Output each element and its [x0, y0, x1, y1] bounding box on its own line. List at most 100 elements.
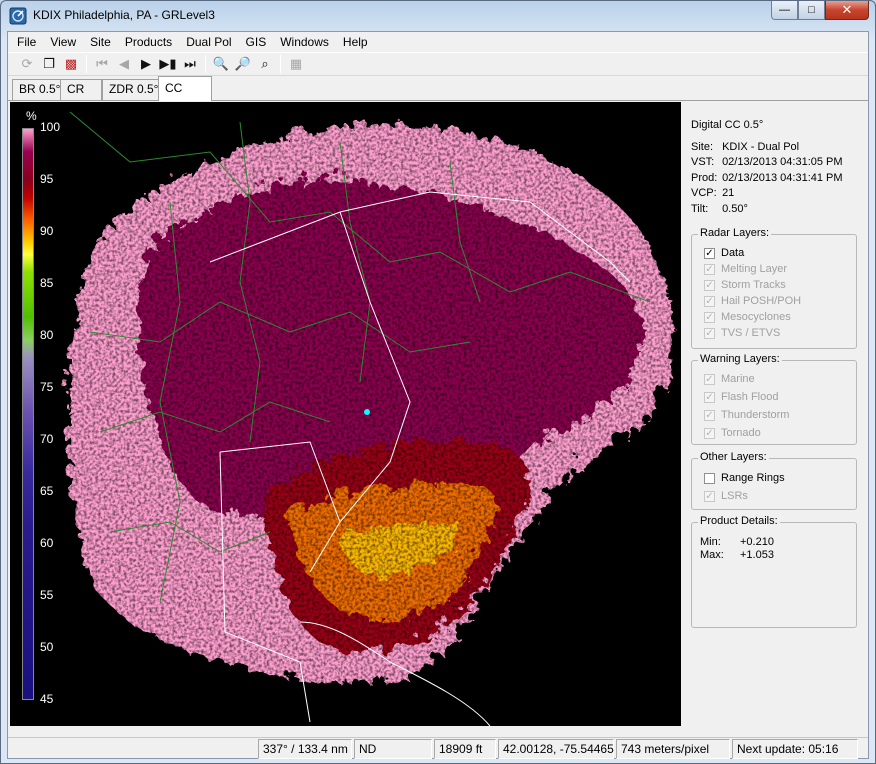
zoom-reset-icon: ⌕: [261, 56, 269, 71]
radar-layers-group: Radar Layers: ✓ Data ✓ Melting Layer ✓ Stor…: [691, 227, 857, 349]
status-bearing: 337° / 133.4 nm: [258, 739, 352, 759]
layer-hail-checkbox[interactable]: ✓ Hail POSH/POH: [704, 295, 801, 307]
prev-frame-button[interactable]: ◀: [113, 54, 135, 74]
status-value: ND: [354, 739, 432, 759]
warning-layers-group: Warning Layers: ✓ Marine ✓ Flash Flood ✓ Th…: [691, 353, 857, 445]
layer-melting-checkbox[interactable]: ✓ Melting Layer: [704, 263, 787, 275]
status-empty: [8, 739, 256, 759]
refresh-button[interactable]: ⟳: [16, 54, 38, 74]
play-icon: ▶: [141, 56, 151, 71]
tilt-value: 0.50°: [722, 202, 748, 215]
layer-data-label: Data: [721, 247, 745, 259]
vcp-label: VCP:: [691, 187, 717, 199]
copy-button[interactable]: ❐: [38, 54, 60, 74]
layer-flash-flood-checkbox[interactable]: ✓ Flash Flood: [704, 391, 778, 403]
toolbar-separator: [86, 55, 87, 73]
layer-tornado-checkbox[interactable]: ✓ Tornado: [704, 427, 761, 439]
maximize-icon: □: [808, 4, 815, 16]
max-value: +1.053: [740, 549, 774, 561]
vst-label: VST:: [691, 156, 715, 168]
last-frame-button[interactable]: ⏭: [179, 54, 201, 74]
layer-flash-flood-label: Flash Flood: [721, 391, 779, 403]
radar-map[interactable]: % 100 95 90 85 80 75 70 65 60 55 50 45: [10, 102, 681, 726]
min-value: +0.210: [740, 536, 774, 548]
checkbox-checked-icon: ✓: [704, 373, 715, 385]
layer-hail-label: Hail POSH/POH: [721, 295, 802, 307]
prod-label: Prod:: [691, 171, 718, 184]
title-bar[interactable]: KDIX Philadelphia, PA - GRLevel3 — □ ✕: [1, 1, 875, 31]
checkbox-checked-icon: ✓: [704, 391, 715, 403]
menu-site[interactable]: Site: [83, 33, 118, 51]
layer-range-rings-checkbox[interactable]: Range Rings: [704, 472, 785, 484]
prod-value: 02/13/2013 04:31:41 PM: [722, 171, 843, 184]
refresh-icon: ⟳: [21, 56, 33, 71]
checkbox-checked-icon: ✓: [704, 327, 715, 339]
menu-help[interactable]: Help: [336, 33, 375, 51]
record-button[interactable]: ▦: [285, 54, 307, 74]
play-button[interactable]: ▶: [135, 54, 157, 74]
minimize-icon: —: [779, 4, 790, 16]
maximize-button[interactable]: □: [798, 1, 825, 20]
layer-range-rings-label: Range Rings: [721, 472, 785, 484]
main-area: % 100 95 90 85 80 75 70 65 60 55 50 45 D…: [8, 102, 868, 734]
color-legend: % 100 95 90 85 80 75 70 65 60 55 50 45: [20, 109, 75, 714]
checkbox-checked-icon: ✓: [704, 311, 715, 323]
layer-lsrs-checkbox[interactable]: ✓ LSRs: [704, 490, 748, 502]
checkbox-checked-icon: ✓: [704, 295, 715, 307]
radar-site-marker: [364, 409, 370, 415]
product-details-title: Product Details:: [698, 515, 780, 527]
radar-image[interactable]: [10, 102, 681, 726]
legend-label-60: 60: [40, 536, 54, 550]
status-bar: 337° / 133.4 nm ND 18909 ft 42.00128, -7…: [8, 737, 868, 759]
product-details-group: Product Details: Min: +0.210 Max: +1.053: [691, 515, 857, 628]
step-forward-icon: ▶▮: [159, 56, 177, 71]
product-tabs: BR 0.5° CR ZDR 0.5° CC 0.5°: [8, 76, 868, 117]
radar-layers-title: Radar Layers:: [698, 227, 772, 239]
menu-view[interactable]: View: [43, 33, 83, 51]
product-name: Digital CC 0.5°: [691, 119, 764, 131]
legend-label-95: 95: [40, 172, 54, 186]
layer-tvs-checkbox[interactable]: ✓ TVS / ETVS: [704, 327, 780, 339]
legend-label-90: 90: [40, 224, 54, 238]
menu-file[interactable]: File: [10, 33, 43, 51]
menu-products[interactable]: Products: [118, 33, 179, 51]
menu-gis[interactable]: GIS: [239, 33, 274, 51]
menu-windows[interactable]: Windows: [273, 33, 336, 51]
site-value: KDIX - Dual Pol: [722, 140, 800, 153]
zoom-reset-button[interactable]: ⌕: [254, 54, 276, 74]
layer-marine-checkbox[interactable]: ✓ Marine: [704, 373, 755, 385]
legend-label-65: 65: [40, 484, 54, 498]
layer-storm-tracks-checkbox[interactable]: ✓ Storm Tracks: [704, 279, 786, 291]
legend-label-80: 80: [40, 328, 54, 342]
checkbox-checked-icon: ✓: [704, 490, 715, 502]
layer-marine-label: Marine: [721, 373, 755, 385]
layer-thunderstorm-label: Thunderstorm: [721, 409, 790, 421]
layer-data-checkbox[interactable]: ✓ Data: [704, 247, 744, 259]
legend-label-75: 75: [40, 380, 54, 394]
tab-zdr[interactable]: ZDR 0.5°: [102, 79, 166, 100]
checkbox-checked-icon: ✓: [704, 409, 715, 421]
status-next-update: Next update: 05:16: [732, 739, 858, 759]
tab-cr[interactable]: CR: [60, 79, 102, 100]
first-frame-button[interactable]: ⏮: [91, 54, 113, 74]
radar-app-icon: [9, 7, 27, 25]
minimize-button[interactable]: —: [771, 1, 798, 20]
app-window: KDIX Philadelphia, PA - GRLevel3 — □ ✕ F…: [0, 0, 876, 764]
stop-button[interactable]: ▩: [60, 54, 82, 74]
close-icon: ✕: [841, 2, 853, 17]
legend-label-50: 50: [40, 640, 54, 654]
tab-cc[interactable]: CC 0.5°: [158, 76, 212, 117]
toolbar-separator: [280, 55, 281, 73]
status-coords: 42.00128, -75.54465: [498, 739, 614, 759]
zoom-in-button[interactable]: 🔍: [210, 54, 232, 74]
next-frame-button[interactable]: ▶▮: [157, 54, 179, 74]
layer-thunderstorm-checkbox[interactable]: ✓ Thunderstorm: [704, 409, 789, 421]
legend-label-85: 85: [40, 276, 54, 290]
close-button[interactable]: ✕: [825, 1, 869, 20]
menu-dual-pol[interactable]: Dual Pol: [179, 33, 238, 51]
layer-melting-label: Melting Layer: [721, 263, 788, 275]
layer-meso-checkbox[interactable]: ✓ Mesocyclones: [704, 311, 791, 323]
zoom-out-button[interactable]: 🔎: [232, 54, 254, 74]
stop-icon: ▩: [64, 56, 78, 71]
legend-color-bar: [22, 128, 34, 700]
